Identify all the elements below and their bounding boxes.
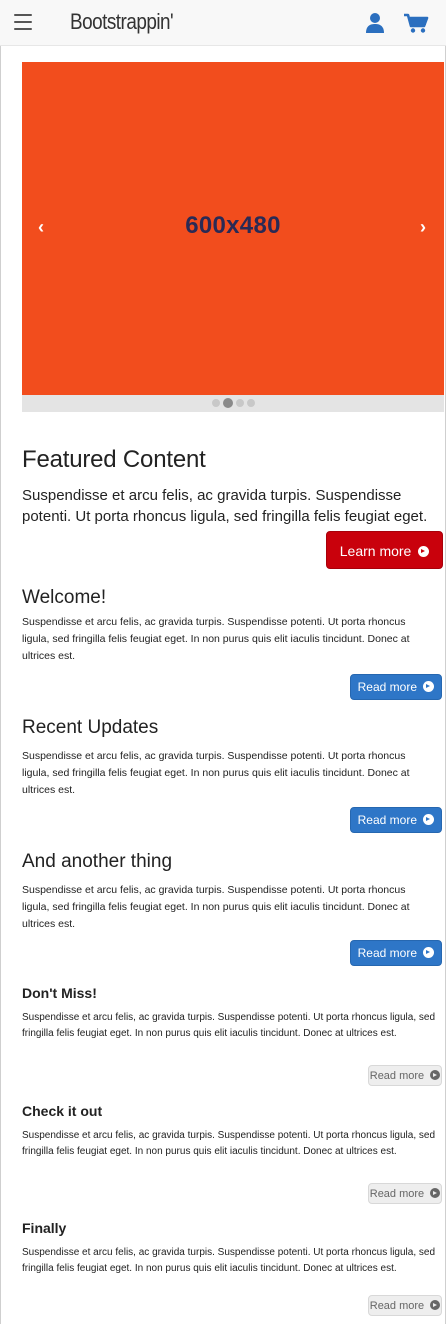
read-more-label: Read more	[369, 1188, 425, 1200]
brand-logo[interactable]: Bootstrappin'	[70, 9, 174, 35]
section-title-recent-updates: Recent Updates	[22, 717, 159, 738]
hamburger-icon[interactable]	[14, 14, 32, 30]
arrow-circle-right-icon	[423, 947, 435, 958]
section-title-welcome: Welcome!	[22, 587, 107, 608]
carousel-indicator[interactable]	[211, 399, 220, 407]
section-body-recent-updates: Suspendisse et arcu felis, ac gravida tu…	[22, 750, 410, 796]
arrow-circle-right-icon	[430, 1300, 441, 1310]
minor-title-dont-miss: Don't Miss!	[22, 985, 97, 1001]
arrow-circle-right-icon	[423, 814, 435, 825]
section-body-welcome: Suspendisse et arcu felis, ac gravida tu…	[22, 616, 410, 662]
slide-placeholder-label: 600x480	[185, 212, 281, 239]
minor-title-check-it-out: Check it out	[22, 1103, 103, 1119]
read-more-label: Read more	[357, 813, 418, 827]
read-more-label: Read more	[357, 680, 418, 694]
read-more-label: Read more	[357, 946, 418, 960]
cart-icon[interactable]	[403, 12, 429, 34]
read-more-button-check-it-out[interactable]: Read more	[368, 1183, 442, 1204]
section-body-another-thing: Suspendisse et arcu felis, ac gravida tu…	[22, 884, 410, 930]
featured-body: Suspendisse et arcu felis, ac gravida tu…	[22, 487, 428, 525]
carousel-next-button[interactable]: ›	[408, 212, 438, 242]
navbar: Bootstrappin'	[0, 0, 446, 46]
featured-title: Featured Content	[22, 446, 206, 473]
arrow-circle-right-icon	[418, 546, 430, 557]
section-title-another-thing: And another thing	[22, 851, 173, 872]
minor-body-dont-miss: Suspendisse et arcu felis, ac gravida tu…	[22, 1012, 436, 1039]
user-icon[interactable]	[364, 12, 388, 34]
carousel-indicators	[22, 398, 444, 408]
carousel-prev-button[interactable]: ‹	[26, 212, 56, 242]
learn-more-button[interactable]: Learn more	[326, 531, 443, 569]
carousel-indicator[interactable]	[246, 399, 255, 407]
read-more-button-welcome[interactable]: Read more	[350, 674, 442, 700]
minor-body-check-it-out: Suspendisse et arcu felis, ac gravida tu…	[22, 1130, 436, 1157]
read-more-label: Read more	[369, 1300, 425, 1312]
read-more-button-finally[interactable]: Read more	[368, 1295, 442, 1316]
arrow-circle-right-icon	[423, 681, 435, 692]
carousel-indicator-active[interactable]	[222, 398, 233, 408]
carousel-indicator[interactable]	[235, 399, 244, 407]
read-more-label: Read more	[369, 1070, 425, 1082]
read-more-button-another-thing[interactable]: Read more	[350, 940, 442, 966]
minor-body-finally: Suspendisse et arcu felis, ac gravida tu…	[22, 1247, 436, 1274]
learn-more-label: Learn more	[339, 543, 412, 559]
minor-title-finally: Finally	[22, 1220, 67, 1236]
read-more-button-recent-updates[interactable]: Read more	[350, 807, 442, 833]
carousel: 600x480 ‹ ›	[22, 62, 444, 412]
arrow-circle-right-icon	[430, 1070, 441, 1080]
carousel-slide[interactable]: 600x480 ‹ ›	[22, 62, 444, 395]
read-more-button-dont-miss[interactable]: Read more	[368, 1065, 442, 1086]
arrow-circle-right-icon	[430, 1188, 441, 1198]
